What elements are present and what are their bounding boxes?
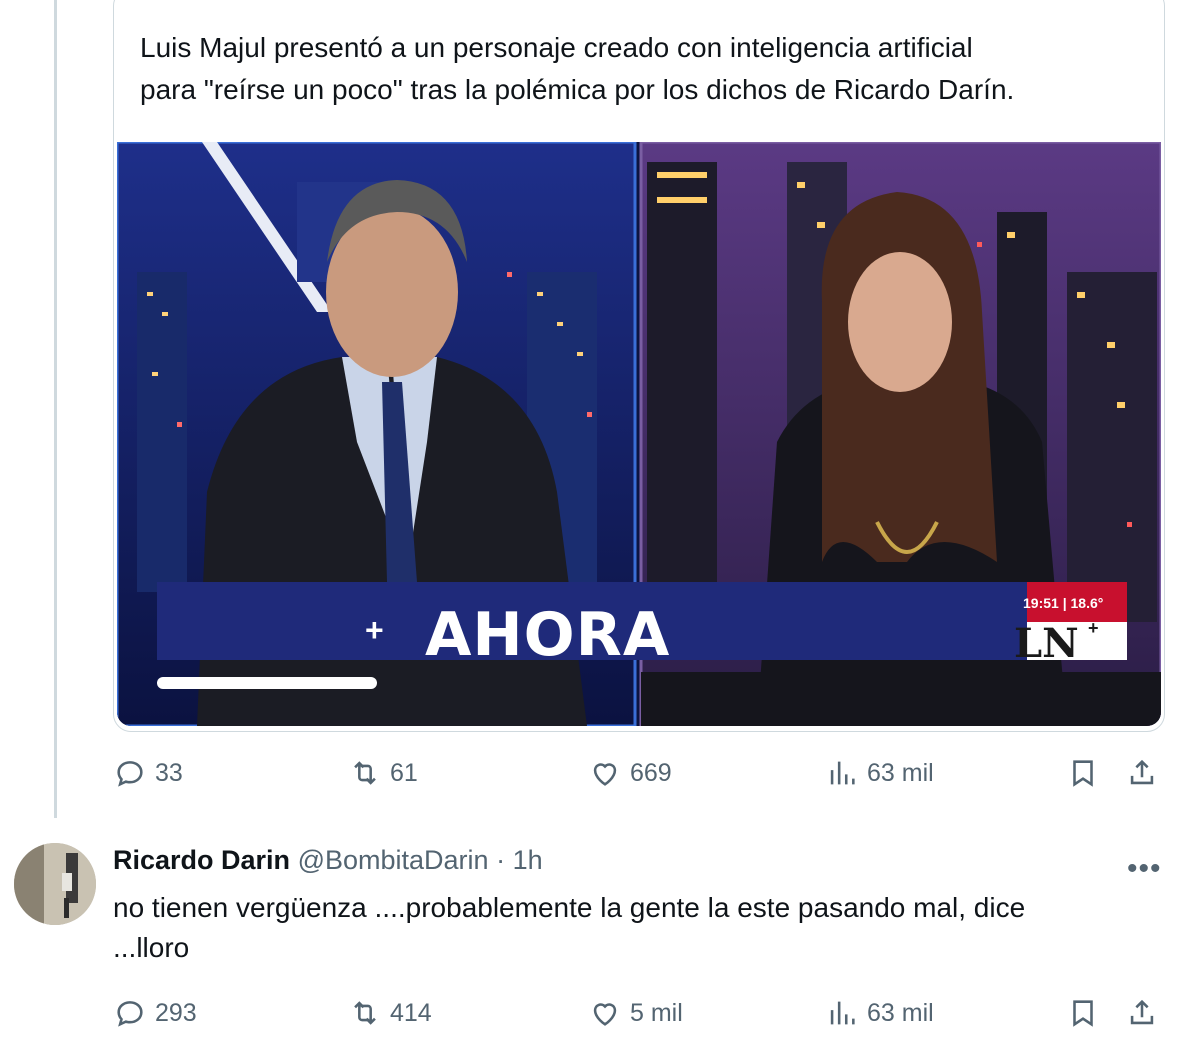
banner-ahora-text: AHORA xyxy=(425,600,671,670)
views-icon xyxy=(830,1001,855,1025)
reply-text-line2: ...lloro xyxy=(113,932,190,963)
reply-timestamp[interactable]: 1h xyxy=(513,845,543,875)
reply-icon xyxy=(117,761,143,787)
tweet-actions-bar: 33 61 669 63 mil xyxy=(113,756,1173,796)
views-button[interactable]: 63 mil xyxy=(825,756,934,790)
reply-button[interactable]: 293 xyxy=(113,996,197,1030)
like-icon xyxy=(593,1003,617,1026)
reply-text: no tienen vergüenza ....probablemente la… xyxy=(113,888,1153,968)
like-button[interactable]: 5 mil xyxy=(588,996,683,1030)
quoted-tweet-text: Luis Majul presentó a un personaje cread… xyxy=(140,27,1130,111)
views-count: 63 mil xyxy=(867,758,934,787)
repost-icon xyxy=(354,761,376,785)
views-count: 63 mil xyxy=(867,998,934,1027)
reply-header: Ricardo Darin @BombitaDarin · 1h xyxy=(113,845,543,876)
reply-separator: · xyxy=(496,845,506,875)
reply-count: 293 xyxy=(155,998,197,1027)
channel-logo-plus: + xyxy=(1088,618,1099,638)
banner-plus: + xyxy=(365,612,384,648)
channel-logo: LN xyxy=(1014,620,1079,667)
bookmark-button[interactable] xyxy=(1066,756,1100,790)
share-button[interactable] xyxy=(1125,996,1159,1030)
share-button[interactable] xyxy=(1125,756,1159,790)
repost-icon xyxy=(354,1001,376,1025)
repost-count: 61 xyxy=(390,758,418,787)
reply-button[interactable]: 33 xyxy=(113,756,183,790)
more-icon[interactable]: ••• xyxy=(1127,852,1162,886)
reply-icon xyxy=(117,1001,143,1027)
like-button[interactable]: 669 xyxy=(588,756,672,790)
bookmark-icon xyxy=(1073,760,1093,787)
reply-actions-bar: 293 414 5 mil 63 mil xyxy=(113,996,1173,1036)
like-icon xyxy=(593,763,617,786)
views-button[interactable]: 63 mil xyxy=(825,996,934,1030)
like-count: 5 mil xyxy=(630,998,683,1027)
time-temperature-badge: 19:51 | 18.6° xyxy=(1023,595,1104,611)
repost-count: 414 xyxy=(390,998,432,1027)
avatar-photo xyxy=(14,843,96,925)
share-icon xyxy=(1130,759,1154,785)
bookmark-icon xyxy=(1073,1000,1093,1027)
share-icon xyxy=(1130,999,1154,1025)
views-icon xyxy=(830,761,855,785)
avatar[interactable] xyxy=(14,843,96,925)
repost-button[interactable]: 61 xyxy=(348,756,418,790)
quoted-tweet-text-line1: Luis Majul presentó a un personaje cread… xyxy=(140,32,973,63)
reply-author-handle[interactable]: @BombitaDarin xyxy=(298,845,489,875)
thread-connector-line xyxy=(54,0,57,818)
reply-text-line1: no tienen vergüenza ....probablemente la… xyxy=(113,892,1026,923)
repost-button[interactable]: 414 xyxy=(348,996,432,1030)
reply-count: 33 xyxy=(155,758,183,787)
bookmark-button[interactable] xyxy=(1066,996,1100,1030)
quoted-tweet-text-line2: para "reírse un poco" tras la polémica p… xyxy=(140,74,1015,105)
reply-author-name[interactable]: Ricardo Darin xyxy=(113,845,290,875)
like-count: 669 xyxy=(630,758,672,787)
